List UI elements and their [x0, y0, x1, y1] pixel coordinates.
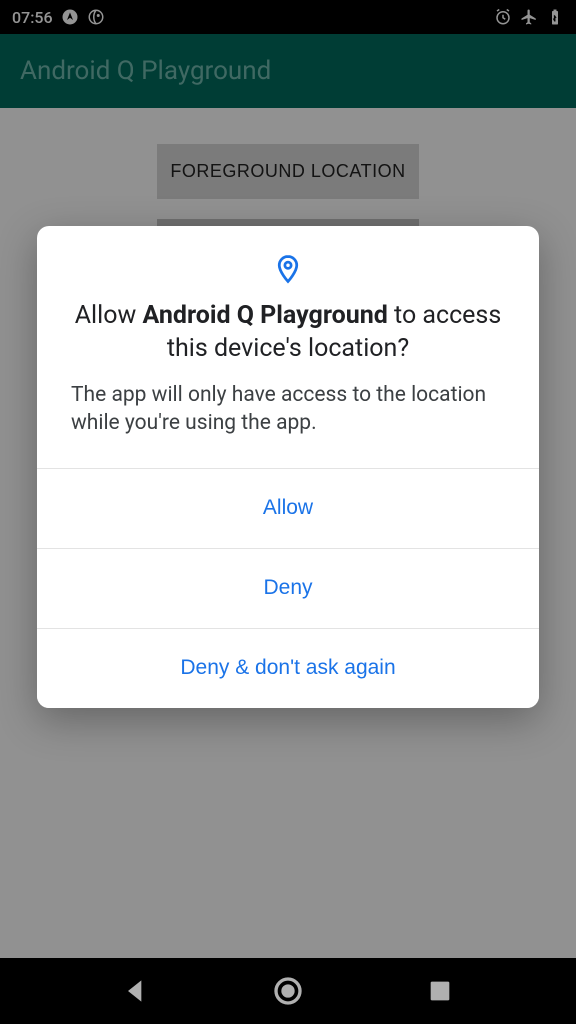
dialog-title-prefix: Allow — [75, 301, 143, 330]
dialog-title: Allow Android Q Playground to access thi… — [37, 300, 539, 381]
navigation-bar — [0, 958, 576, 1024]
location-pin-icon — [37, 226, 539, 300]
deny-forever-button[interactable]: Deny & don't ask again — [37, 628, 539, 708]
dialog-title-app: Android Q Playground — [142, 301, 387, 330]
dialog-body: The app will only have access to the loc… — [37, 381, 539, 468]
permission-dialog: Allow Android Q Playground to access thi… — [37, 226, 539, 708]
deny-button[interactable]: Deny — [37, 548, 539, 628]
dialog-actions: Allow Deny Deny & don't ask again — [37, 468, 539, 708]
home-button[interactable] — [272, 975, 304, 1007]
allow-button[interactable]: Allow — [37, 468, 539, 548]
recent-button[interactable] — [424, 975, 456, 1007]
back-button[interactable] — [120, 975, 152, 1007]
